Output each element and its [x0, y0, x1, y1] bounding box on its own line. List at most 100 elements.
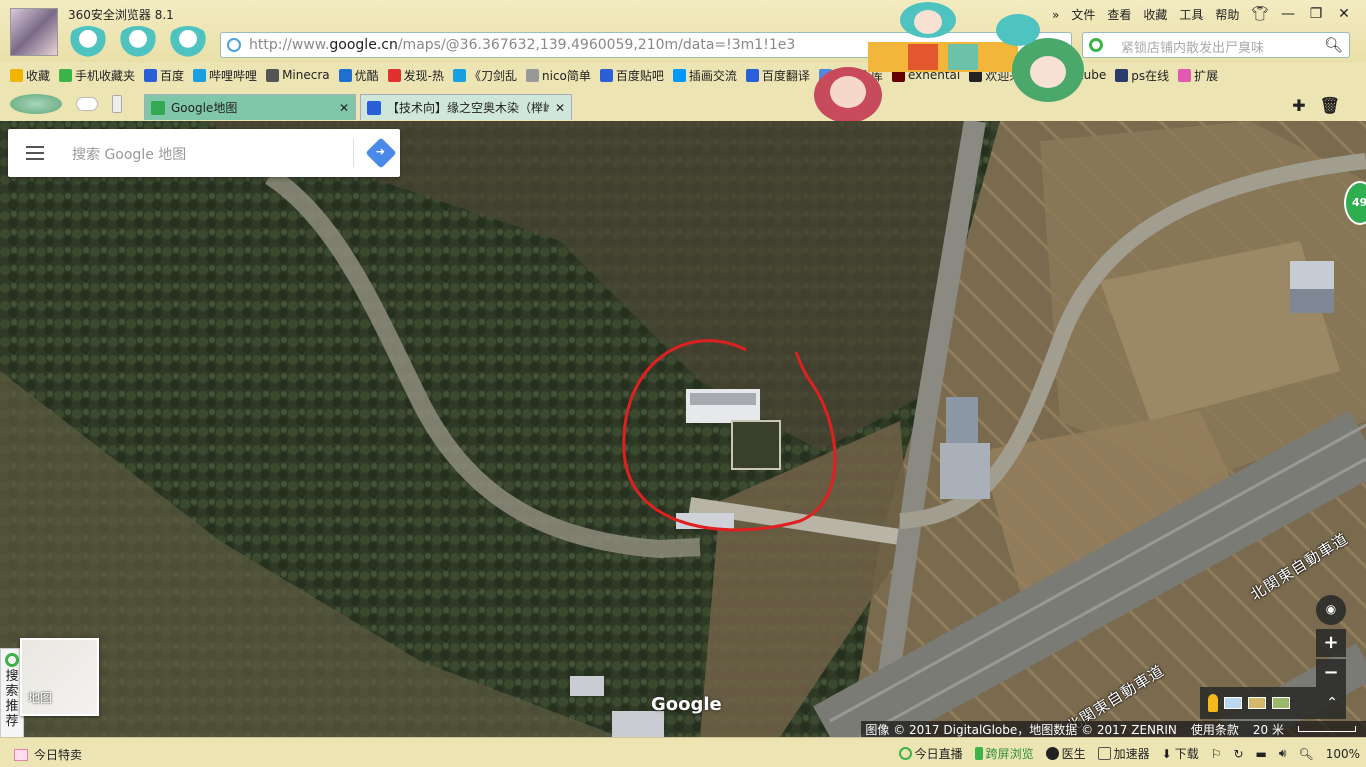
imagery-thumb[interactable] [1272, 697, 1290, 709]
directions-icon[interactable]: ➜ [365, 137, 397, 169]
terms-link[interactable]: 使用条款 [1191, 721, 1239, 738]
bookmark-item[interactable]: 《刀剑乱 [452, 67, 517, 84]
menu-icon[interactable] [26, 146, 44, 160]
bookmark-item[interactable]: nico简单 [526, 67, 591, 84]
zoom-in-button[interactable]: + [1316, 629, 1346, 657]
bookmark-item[interactable]: 手机收藏夹 [59, 67, 135, 84]
mascot-icon [116, 26, 160, 58]
bookmark-item[interactable]: exhentai [891, 68, 961, 82]
cross-screen-button[interactable]: 跨屏浏览 [974, 745, 1034, 762]
bookmark-label: nico简单 [542, 68, 591, 83]
chevron-up-icon[interactable]: ⌃ [1326, 695, 1338, 711]
tab-google-maps[interactable]: Google地图 ✕ [144, 94, 356, 120]
menu-view[interactable]: 查看 [1107, 6, 1131, 23]
bookmark-item[interactable]: 绅士仓库 [818, 67, 883, 84]
bookmark-item[interactable]: ps在线 [1115, 67, 1169, 84]
tab-tools [10, 94, 122, 114]
refresh-icon[interactable]: ↻ [1233, 747, 1243, 761]
minimap-label: 地图 [28, 691, 53, 705]
user-avatar[interactable] [10, 8, 58, 56]
minimize-icon[interactable]: — [1276, 4, 1300, 24]
close-icon[interactable]: ✕ [1332, 4, 1356, 24]
cloud-icon[interactable] [76, 97, 98, 111]
paw-icon [367, 100, 381, 115]
live-button[interactable]: 今日直播 [898, 745, 963, 762]
menu-file[interactable]: 文件 [1071, 6, 1095, 23]
search-suggest-label: 搜索推荐 [5, 669, 19, 729]
bookmark-item[interactable]: 百度 [144, 67, 184, 84]
bookmark-item[interactable]: Youtube [1042, 68, 1106, 82]
flag-icon[interactable]: ⚐ [1211, 747, 1222, 761]
chevron-down-icon[interactable]: ▾ [1059, 38, 1065, 51]
zoom-level[interactable]: 100% [1326, 747, 1360, 761]
bookmark-item[interactable]: 欢迎来到 [969, 67, 1033, 84]
tab-label: 【技术向】缘之空奥木染（榉岭 [387, 101, 549, 115]
phone-icon [974, 747, 983, 760]
search-engine-icon[interactable] [1089, 38, 1103, 52]
bookmark-item[interactable]: 收藏 [10, 67, 50, 84]
bookmark-item[interactable]: 哔哩哔哩 [193, 67, 257, 84]
trash-icon[interactable]: 🗑︎ [1320, 96, 1340, 115]
scale-label[interactable]: 20 米 [1253, 721, 1284, 738]
accelerator-button[interactable]: 加速器 [1097, 745, 1150, 762]
bookmark-item[interactable]: 扩展 [1178, 67, 1218, 84]
extension-icon [1178, 68, 1192, 82]
satellite-imagery[interactable] [0, 121, 1366, 737]
bookmark-label: 绅士仓库 [834, 68, 883, 83]
google-logo: Google [651, 694, 722, 715]
imagery-thumb[interactable] [1224, 697, 1242, 709]
bookmark-label: 扩展 [1194, 68, 1219, 83]
tab-tech-article[interactable]: 【技术向】缘之空奥木染（榉岭 ✕ [360, 94, 572, 120]
bookmark-item[interactable]: 优酷 [338, 67, 379, 84]
address-bar[interactable]: http://www.google.cn/maps/@36.367632,139… [220, 32, 1072, 58]
gift-icon [14, 748, 28, 761]
volume-icon[interactable]: 🔊︎ [1279, 746, 1287, 761]
map-type-toggle[interactable]: 地图 [20, 638, 99, 716]
bookmark-label: 插画交流 [688, 68, 737, 83]
pegman-icon[interactable] [1208, 694, 1218, 712]
star-icon [10, 68, 23, 82]
download-button[interactable]: ⬇ 下载 [1162, 745, 1199, 762]
bookmark-item[interactable]: 发现-热 [387, 67, 444, 84]
bookmark-item[interactable]: 百度贴吧 [599, 67, 664, 84]
status-bar: 今日特卖 今日直播 跨屏浏览 医生 加速器 ⬇ 下载 ⚐ ↻ ▬ 🔊︎ 🔍︎ 10… [0, 737, 1366, 767]
search-icon[interactable]: 🔍︎ [1324, 36, 1343, 54]
bilibili-icon [452, 68, 466, 82]
zoom-out-button[interactable]: − [1316, 659, 1346, 687]
bookmark-label: 发现-热 [403, 68, 444, 83]
bookmark-label: 欢迎来到 [985, 68, 1034, 83]
imagery-thumb[interactable] [1248, 697, 1266, 709]
menu-help[interactable]: 帮助 [1215, 6, 1239, 23]
turtle-icon[interactable] [10, 94, 62, 114]
menu-favorites[interactable]: 收藏 [1143, 6, 1167, 23]
bookmark-label: 优酷 [354, 68, 379, 83]
doctor-button[interactable]: 医生 [1045, 745, 1086, 762]
attribution-text: 图像 © 2017 DigitalGlobe，地图数据 © 2017 ZENRI… [865, 722, 1177, 737]
bookmark-label: 百度贴吧 [615, 68, 664, 83]
browser-titlebar: 360安全浏览器 8.1 » 文件 查看 收藏 工具 帮助 👕︎ — ❐ ✕ h… [0, 0, 1366, 62]
bookmark-item[interactable]: 插画交流 [672, 67, 737, 84]
phone-icon[interactable] [112, 95, 122, 113]
today-deals[interactable]: 今日特卖 [14, 746, 82, 763]
more-menu-icon[interactable]: » [1052, 8, 1059, 22]
shirt-icon[interactable]: 👕︎ [1248, 4, 1272, 24]
close-icon[interactable]: ✕ [555, 101, 565, 115]
my-location-icon[interactable]: ◉ [1316, 595, 1346, 625]
menu-tools[interactable]: 工具 [1179, 6, 1203, 23]
bookmark-label: 《刀剑乱 [468, 68, 517, 83]
maps-search-box[interactable]: 搜索 Google 地图 ➜ [8, 129, 400, 177]
bookmark-label: exhentai [907, 68, 961, 82]
screen-icon[interactable]: ▬ [1256, 747, 1267, 761]
bookmark-label: 收藏 [26, 68, 51, 83]
bookmark-item[interactable]: 百度翻译 [745, 67, 810, 84]
map-viewport[interactable]: 搜索 Google 地图 ➜ 49 搜索推荐 地图 北関東自動車道 北関東自動車… [0, 121, 1366, 737]
page-icon [526, 68, 539, 82]
search-box[interactable]: 紧锁店铺内散发出尸臭味 🔍︎ [1082, 32, 1350, 58]
new-tab-icon[interactable]: ✚ [1292, 96, 1305, 115]
maximize-icon[interactable]: ❐ [1304, 4, 1328, 24]
bookmark-item[interactable]: Minecra [266, 68, 330, 82]
zoom-icon[interactable]: 🔍︎ [1298, 747, 1313, 761]
close-icon[interactable]: ✕ [339, 101, 349, 115]
bookmark-label: 百度 [160, 68, 185, 83]
url-text[interactable]: http://www.google.cn/maps/@36.367632,139… [249, 37, 819, 53]
